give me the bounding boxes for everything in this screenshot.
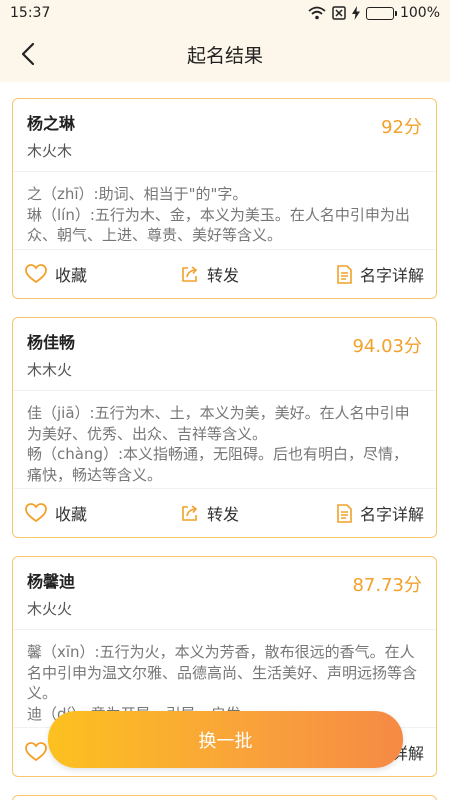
- charging-icon: [351, 6, 360, 20]
- status-bar: 15:37 100%: [0, 0, 450, 26]
- detail-label: 名字详解: [359, 266, 424, 285]
- battery-icon: [365, 6, 397, 20]
- wifi-icon: [308, 6, 326, 20]
- name-score: 87.73分: [352, 575, 422, 596]
- name-description: 之（zhī）:助词、相当于"的"字。 琳（lín）:五行为木、金，本义为美玉。在…: [13, 172, 436, 256]
- card-actions: 收藏 转发 名字详解: [13, 249, 436, 298]
- status-icons: 100%: [308, 5, 440, 21]
- char-meaning: 畅（chàng）:本义指畅通，无阻碍。后也有明白，尽情，痛快，畅达等含义。: [27, 445, 409, 484]
- five-elements: 木火木: [27, 142, 73, 160]
- battery-level: 100%: [399, 5, 440, 21]
- share-button[interactable]: 转发: [181, 250, 239, 298]
- refresh-batch-button[interactable]: 换一批: [48, 711, 403, 768]
- favorite-button[interactable]: 收藏: [25, 489, 87, 537]
- document-icon: [336, 264, 352, 284]
- name-score: 92分: [381, 117, 422, 138]
- card-actions: 收藏 转发 名字详解: [13, 488, 436, 537]
- share-label: 转发: [207, 505, 240, 524]
- detail-label: 名字详解: [359, 505, 424, 524]
- document-icon: [336, 503, 352, 523]
- favorite-label: 收藏: [55, 505, 88, 524]
- share-button[interactable]: 转发: [181, 489, 239, 537]
- share-label: 转发: [207, 266, 240, 285]
- name-detail-button[interactable]: 名字详解: [336, 250, 424, 298]
- name-card: 杨佳畅 木木火 94.03分 佳（jiā）:五行为木、土，本义为美，美好。在人名…: [12, 317, 437, 538]
- name-result-list[interactable]: 杨之琳 木火木 92分 之（zhī）:助词、相当于"的"字。 琳（lín）:五行…: [0, 82, 450, 800]
- card-header: 杨佳畅 木木火 94.03分: [13, 318, 436, 391]
- no-sim-icon: [332, 6, 346, 20]
- card-header: 杨馨迪 木火火 87.73分: [13, 557, 436, 630]
- char-meaning: 琳（lín）:五行为木、金，本义为美玉。在人名中引申为出众、朝气、上进、尊贵、美…: [27, 205, 410, 245]
- back-button[interactable]: [8, 34, 48, 74]
- share-icon: [181, 265, 199, 283]
- five-elements: 木木火: [27, 361, 73, 379]
- name-card: [12, 795, 437, 800]
- card-header: 杨之琳 木火木 92分: [13, 99, 436, 172]
- name-title: 杨之琳: [27, 114, 76, 133]
- heart-icon: [25, 264, 47, 284]
- char-meaning: 佳（jiā）:五行为木、土，本义为美，美好。在人名中引申为美好、优秀、出众、吉祥…: [27, 404, 410, 443]
- char-meaning: 之（zhī）:助词、相当于"的"字。: [27, 185, 248, 203]
- heart-icon: [25, 503, 47, 523]
- favorite-label: 收藏: [55, 266, 88, 285]
- name-detail-button[interactable]: 名字详解: [336, 489, 424, 537]
- chevron-left-icon: [21, 42, 35, 66]
- status-time: 15:37: [10, 5, 51, 21]
- share-icon: [181, 504, 199, 522]
- char-meaning: 馨（xīn）:五行为火，本义为芳香，散布很远的香气。在人名中引申为温文尔雅、品德…: [27, 643, 418, 702]
- page-title: 起名结果: [186, 44, 263, 67]
- name-description: 佳（jiā）:五行为木、土，本义为美，美好。在人名中引申为美好、优秀、出众、吉祥…: [13, 391, 436, 495]
- name-score: 94.03分: [352, 336, 422, 357]
- five-elements: 木火火: [27, 600, 73, 618]
- nav-bar: 起名结果: [0, 26, 450, 82]
- heart-icon: [25, 742, 47, 762]
- favorite-button[interactable]: 收藏: [25, 250, 87, 298]
- name-card: 杨之琳 木火木 92分 之（zhī）:助词、相当于"的"字。 琳（lín）:五行…: [12, 98, 437, 299]
